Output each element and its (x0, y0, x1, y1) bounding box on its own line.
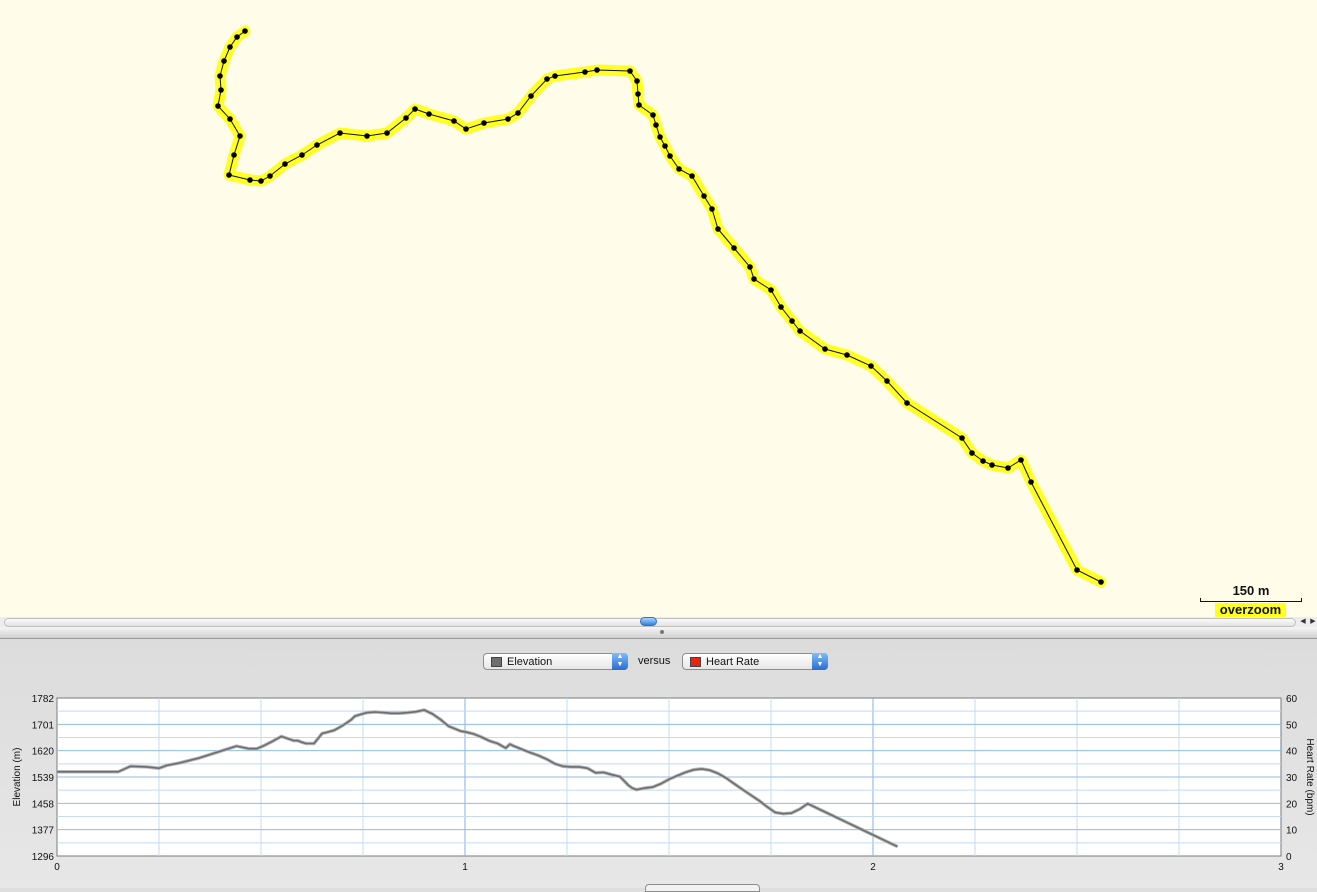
y2-tick-label: 20 (1286, 799, 1298, 810)
y-tick-label: 1701 (32, 720, 55, 731)
elevation-chart: 1782170116201539145813771296605040302010… (12, 694, 1315, 873)
x-tick-label: 2 (870, 862, 876, 873)
y-axis-label: Elevation (m) (12, 748, 23, 807)
y-tick-label: 1620 (32, 747, 55, 758)
y-tick-label: 1539 (32, 773, 55, 784)
y2-tick-label: 10 (1286, 826, 1298, 837)
y2-tick-label: 60 (1286, 694, 1298, 705)
x-tick-label: 3 (1278, 862, 1284, 873)
y-tick-label: 1782 (32, 694, 55, 705)
x-tick-label: 1 (462, 862, 468, 873)
y-tick-label: 1458 (32, 799, 55, 810)
y2-axis-label: Heart Rate (bpm) (1304, 738, 1315, 815)
y-tick-label: 1377 (32, 826, 55, 837)
y-tick-label: 1296 (32, 852, 55, 863)
bottom-drawer-tab[interactable] (645, 884, 760, 892)
y2-tick-label: 0 (1286, 852, 1292, 863)
x-tick-label: 0 (54, 862, 60, 873)
y2-tick-label: 50 (1286, 720, 1298, 731)
y2-tick-label: 40 (1286, 747, 1298, 758)
y2-tick-label: 30 (1286, 773, 1298, 784)
